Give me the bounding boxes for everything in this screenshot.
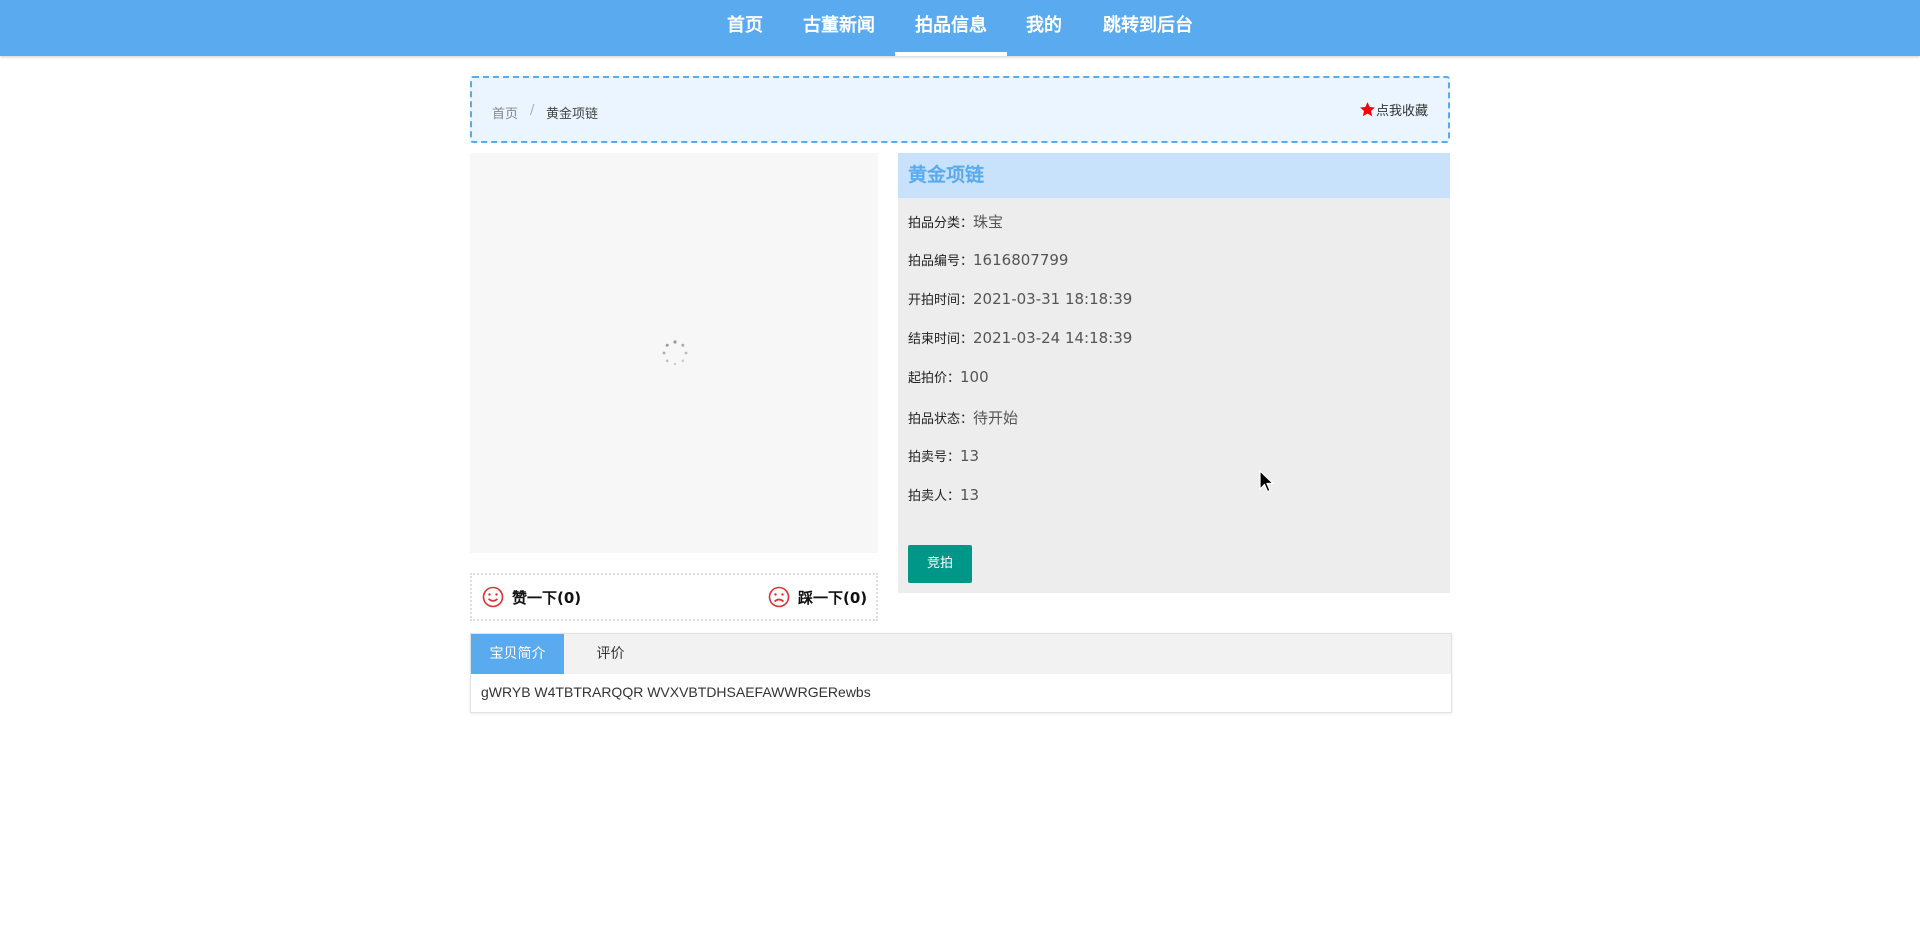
nav-antique-news[interactable]: 古董新闻 <box>794 0 884 56</box>
field-label: 结束时间： <box>908 332 974 347</box>
star-icon <box>1360 102 1375 117</box>
like-label: 赞一下(0) <box>512 588 582 607</box>
tab-content: gWRYB W4TBTRARQQR WVXVBTDHSAEFAWWRGERewb… <box>481 684 871 700</box>
field-value: 2021-03-31 18:18:39 <box>973 290 1133 308</box>
field-start-time: 开拍时间：2021-03-31 18:18:39 <box>908 289 1132 308</box>
top-nav: 首页 古董新闻 拍品信息 我的 跳转到后台 <box>0 0 1920 56</box>
detail-tabs: 宝贝简介 评价 gWRYB W4TBTRARQQR WVXVBTDHSAEFAW… <box>470 633 1452 713</box>
tab-reviews[interactable]: 评价 <box>564 634 657 674</box>
field-label: 拍品分类： <box>908 216 974 231</box>
like-button[interactable]: 赞一下(0) <box>482 586 581 608</box>
field-value: 100 <box>960 368 989 386</box>
field-label: 拍卖号： <box>908 450 961 465</box>
field-value: 2021-03-24 14:18:39 <box>973 329 1133 347</box>
field-starting-price: 起拍价：100 <box>908 367 989 386</box>
field-status: 拍品状态：待开始 <box>908 407 1018 428</box>
breadcrumb-home[interactable]: 首页 <box>492 103 518 122</box>
nav-mine[interactable]: 我的 <box>1018 0 1070 56</box>
favorite-button[interactable]: 点我收藏 <box>1359 100 1428 119</box>
field-label: 起拍价： <box>908 371 961 386</box>
field-value: 13 <box>960 447 980 465</box>
bid-button[interactable]: 竞拍 <box>908 545 972 583</box>
nav-home[interactable]: 首页 <box>712 0 778 56</box>
smile-icon <box>482 586 504 608</box>
field-label: 拍品编号： <box>908 254 974 269</box>
breadcrumb-separator: / <box>530 103 535 118</box>
field-label: 开拍时间： <box>908 293 974 308</box>
nav-admin[interactable]: 跳转到后台 <box>1096 0 1200 56</box>
breadcrumb-current: 黄金项链 <box>546 107 599 122</box>
item-title: 黄金项链 <box>898 153 1450 198</box>
nav-auction-items[interactable]: 拍品信息 <box>895 0 1007 56</box>
field-auctioneer: 拍卖人：13 <box>908 485 979 504</box>
field-auction-number: 拍卖号：13 <box>908 446 979 465</box>
field-label: 拍品状态： <box>908 412 974 427</box>
field-value: 1616807799 <box>973 251 1069 269</box>
field-value: 13 <box>960 486 980 504</box>
tab-header: 宝贝简介 评价 <box>471 634 1451 674</box>
like-bar: 赞一下(0) 踩一下(0) <box>470 573 878 621</box>
mouse-cursor-icon <box>1259 470 1275 493</box>
field-end-time: 结束时间：2021-03-24 14:18:39 <box>908 328 1132 347</box>
field-value: 珠宝 <box>973 213 1004 231</box>
item-info-panel: 黄金项链 拍品分类：珠宝 拍品编号：1616807799 开拍时间：2021-0… <box>898 153 1450 593</box>
favorite-label: 点我收藏 <box>1375 104 1428 119</box>
dislike-label: 踩一下(0) <box>798 588 868 607</box>
breadcrumb: 首页 / 黄金项链 点我收藏 <box>470 76 1450 143</box>
field-item-number: 拍品编号：1616807799 <box>908 250 1068 269</box>
loading-spinner-icon <box>662 340 688 366</box>
dislike-button[interactable]: 踩一下(0) <box>768 586 867 608</box>
field-label: 拍卖人： <box>908 489 961 504</box>
tab-description[interactable]: 宝贝简介 <box>471 634 564 674</box>
item-image <box>470 153 878 553</box>
field-category: 拍品分类：珠宝 <box>908 211 1003 232</box>
field-value: 待开始 <box>973 409 1019 427</box>
frown-icon <box>768 586 790 608</box>
